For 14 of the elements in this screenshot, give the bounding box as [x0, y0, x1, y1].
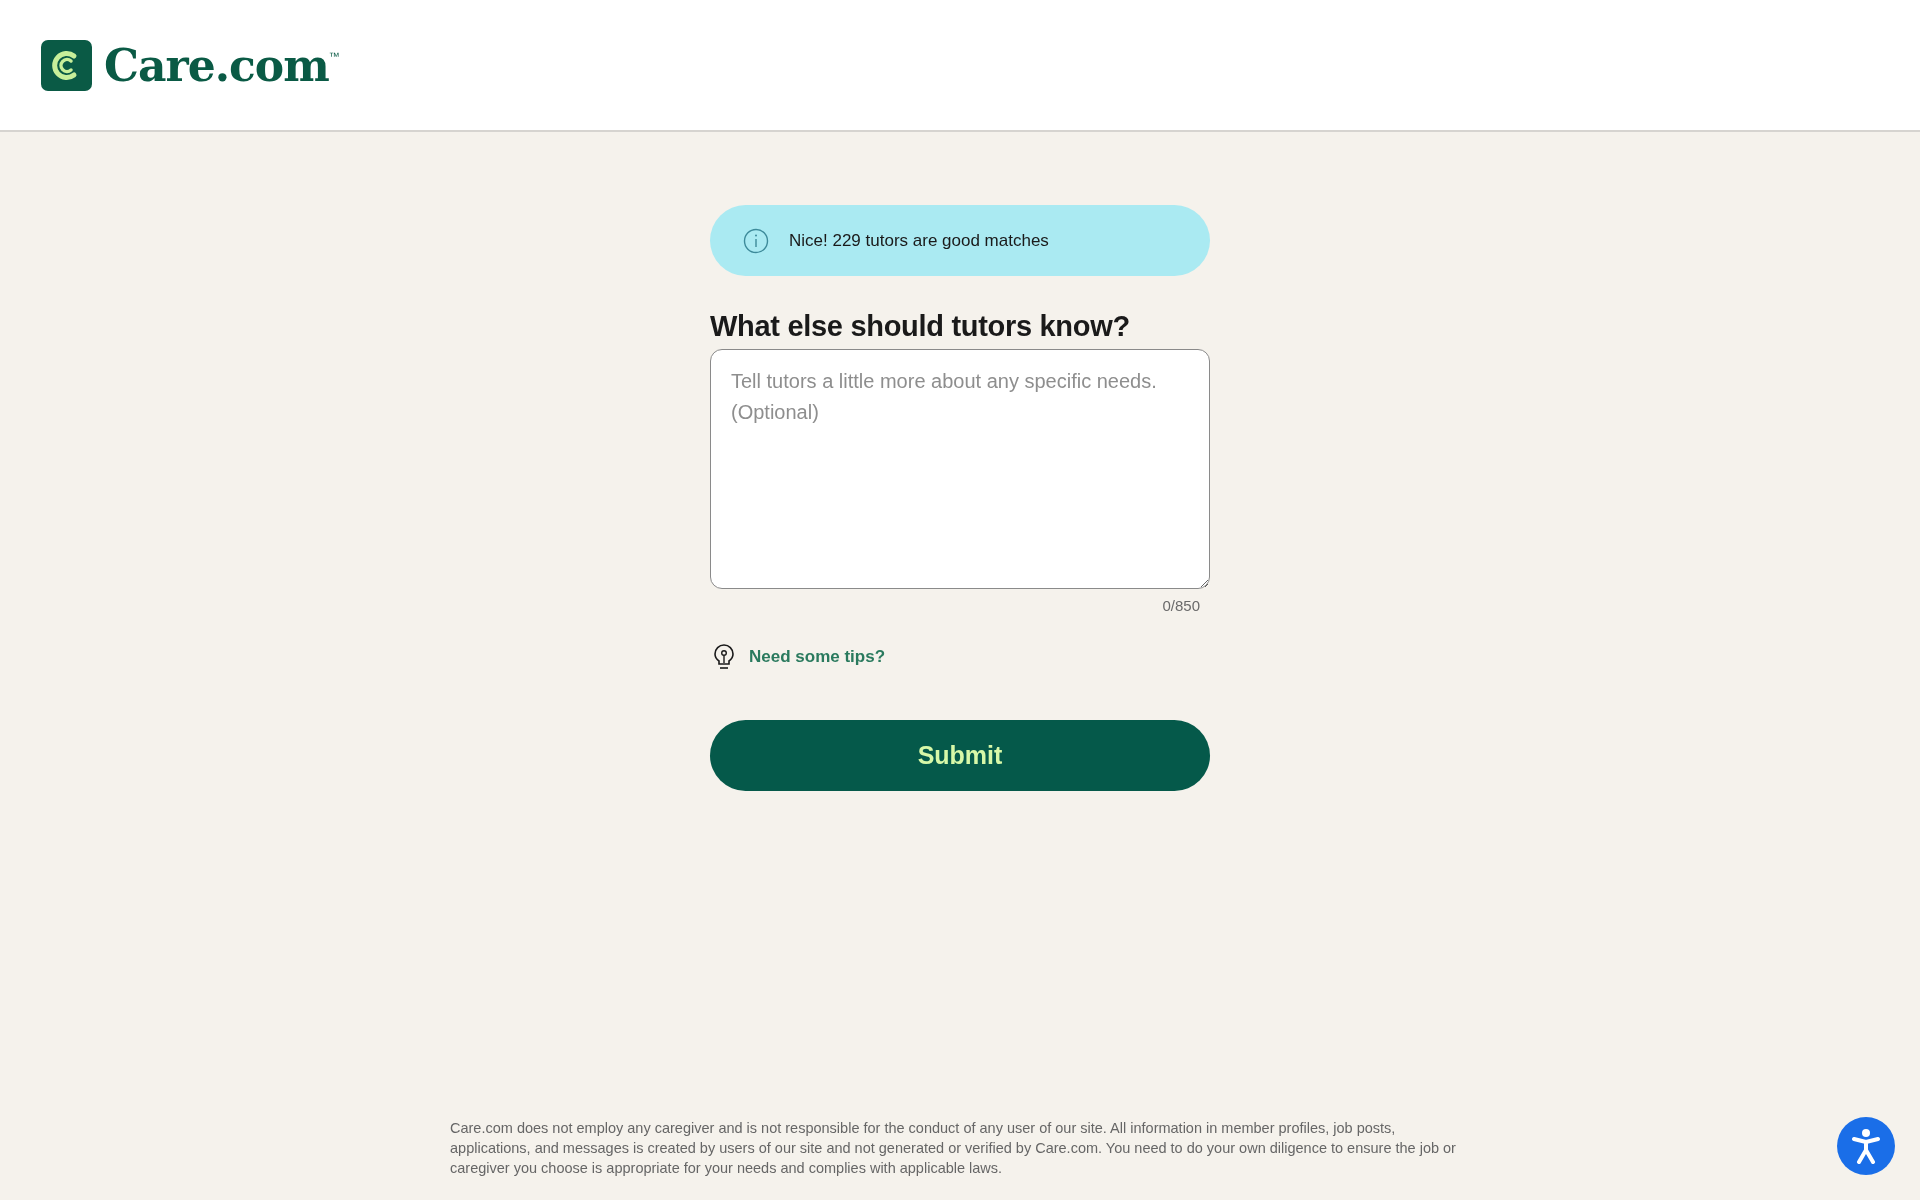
logo-wordmark[interactable]: Care.com: [104, 39, 329, 91]
tips-link[interactable]: Need some tips?: [749, 647, 886, 667]
trademark-mark: ™: [328, 49, 340, 62]
disclaimer-text: Care.com does not employ any caregiver and is not responsible for the conduct of any user of our site. All information in member profiles, job posts, applications, and messages is created by users of our site and not generated or verified by Care.com. You need to do your own diligence to ensure the job or caregiver you choose is appropriate for your needs and complies with applicable laws.: [450, 1119, 1457, 1178]
character-counter: 0/850: [1162, 597, 1200, 614]
accessibility-button[interactable]: [1837, 1117, 1895, 1175]
lightbulb-icon: [713, 644, 735, 670]
answer-box[interactable]: Tell tutors a little more about any specific needs. (Optional): [710, 349, 1210, 589]
question-title: What else should tutors know?: [710, 310, 1131, 343]
info-icon: [743, 227, 769, 254]
submit-button[interactable]: Submit: [710, 720, 1210, 791]
logo-icon: [41, 39, 92, 91]
accessibility-icon: [1851, 1128, 1881, 1164]
banner-text: Nice! 229 tutors are good matches: [789, 230, 1049, 251]
